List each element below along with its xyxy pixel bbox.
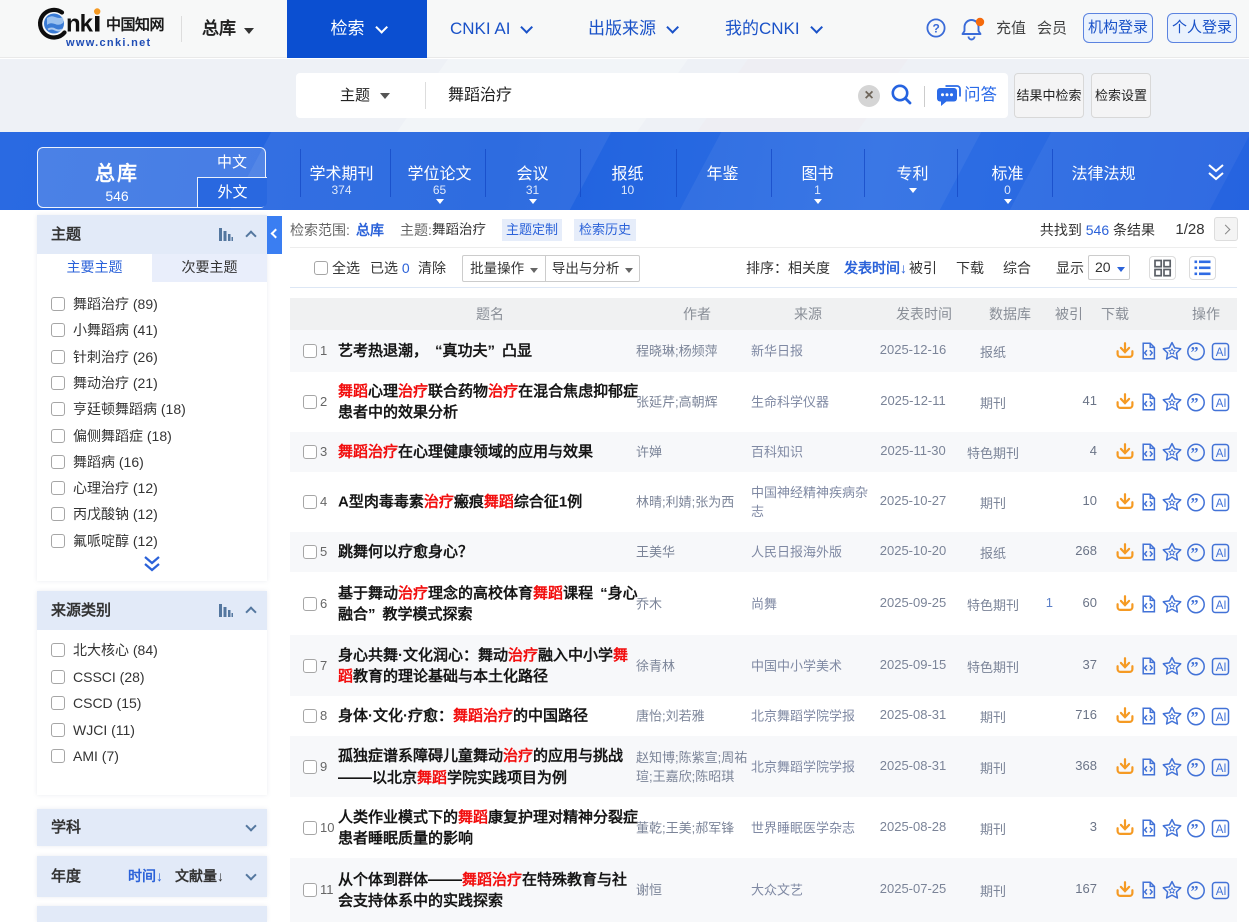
svg-text:AI: AI xyxy=(1216,498,1227,510)
svg-text:AI: AI xyxy=(1216,662,1227,674)
svg-text:”: ” xyxy=(1191,597,1199,614)
svg-text:AI: AI xyxy=(1216,347,1227,359)
svg-text:AI: AI xyxy=(1216,712,1227,724)
svg-text:”: ” xyxy=(1191,821,1199,838)
svg-text:”: ” xyxy=(1191,884,1199,901)
svg-text:AI: AI xyxy=(1216,763,1227,775)
svg-text:”: ” xyxy=(1191,446,1199,463)
svg-text:”: ” xyxy=(1191,496,1199,513)
svg-text:”: ” xyxy=(1191,345,1199,362)
svg-text:AI: AI xyxy=(1216,824,1227,836)
svg-text:AI: AI xyxy=(1216,886,1227,898)
svg-text:?: ? xyxy=(933,22,940,36)
svg-text:”: ” xyxy=(1191,546,1199,563)
svg-text:www.cnki.net: www.cnki.net xyxy=(65,37,151,49)
svg-text:”: ” xyxy=(1191,659,1199,676)
svg-text:”: ” xyxy=(1191,396,1199,413)
svg-text:AI: AI xyxy=(1216,548,1227,560)
svg-text:AI: AI xyxy=(1216,398,1227,410)
svg-text:中国知网: 中国知网 xyxy=(106,16,165,34)
svg-text:AI: AI xyxy=(1216,600,1227,612)
svg-text:”: ” xyxy=(1191,760,1199,777)
svg-text:nk: nk xyxy=(66,11,94,38)
svg-text:AI: AI xyxy=(1216,448,1227,460)
svg-text:”: ” xyxy=(1191,710,1199,727)
